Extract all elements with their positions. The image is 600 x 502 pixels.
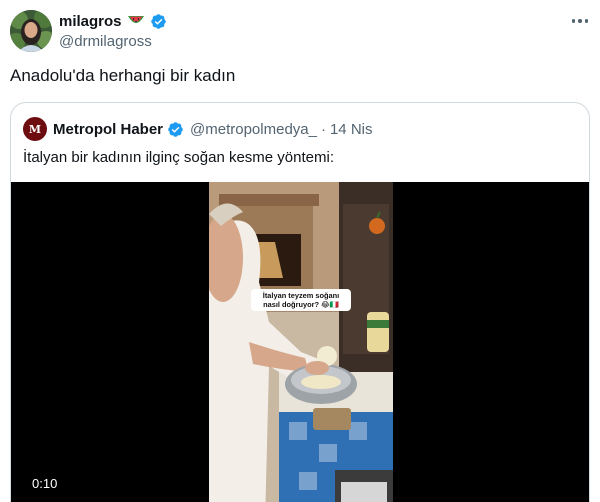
dot <box>584 19 589 23</box>
video-caption: İtalyan teyzem soğanı nasıl doğruyor? 😂🇮… <box>251 289 351 311</box>
tweet-text: Anadolu'da herhangi bir kadın <box>10 66 236 85</box>
verified-badge-icon[interactable] <box>150 13 167 30</box>
tweet[interactable]: milagros @drmilagross Anadolu'da herhang… <box>0 0 600 502</box>
more-options-button[interactable] <box>569 10 591 32</box>
author-avatar[interactable] <box>10 10 52 52</box>
video-frame[interactable]: İtalyan teyzem soğanı nasıl doğruyor? 😂🇮… <box>209 182 393 502</box>
author-handle[interactable]: @drmilagross <box>59 33 152 50</box>
author-display-name[interactable]: milagros <box>59 13 122 30</box>
quoted-tweet[interactable]: M Metropol Haber @metropolmedya_ · 14 Ni… <box>10 102 590 502</box>
separator-dot: · <box>320 120 326 138</box>
quoted-avatar-letter: M <box>28 122 42 136</box>
dot <box>571 19 576 23</box>
video-duration-badge: 0:10 <box>25 475 65 493</box>
quoted-date[interactable]: 14 Nis <box>330 121 373 138</box>
verified-badge-icon[interactable] <box>167 121 184 138</box>
quoted-display-name[interactable]: Metropol Haber <box>53 121 163 138</box>
quoted-author-avatar[interactable]: M <box>23 117 47 141</box>
kitchen-scene-image <box>209 182 393 502</box>
dot <box>578 19 582 23</box>
quoted-handle[interactable]: @metropolmedya_ <box>190 121 317 138</box>
quoted-text: İtalyan bir kadının ilginç soğan kesme y… <box>23 149 334 166</box>
watermelon-icon <box>127 14 145 28</box>
video-player[interactable]: İtalyan teyzem soğanı nasıl doğruyor? 😂🇮… <box>11 182 589 502</box>
